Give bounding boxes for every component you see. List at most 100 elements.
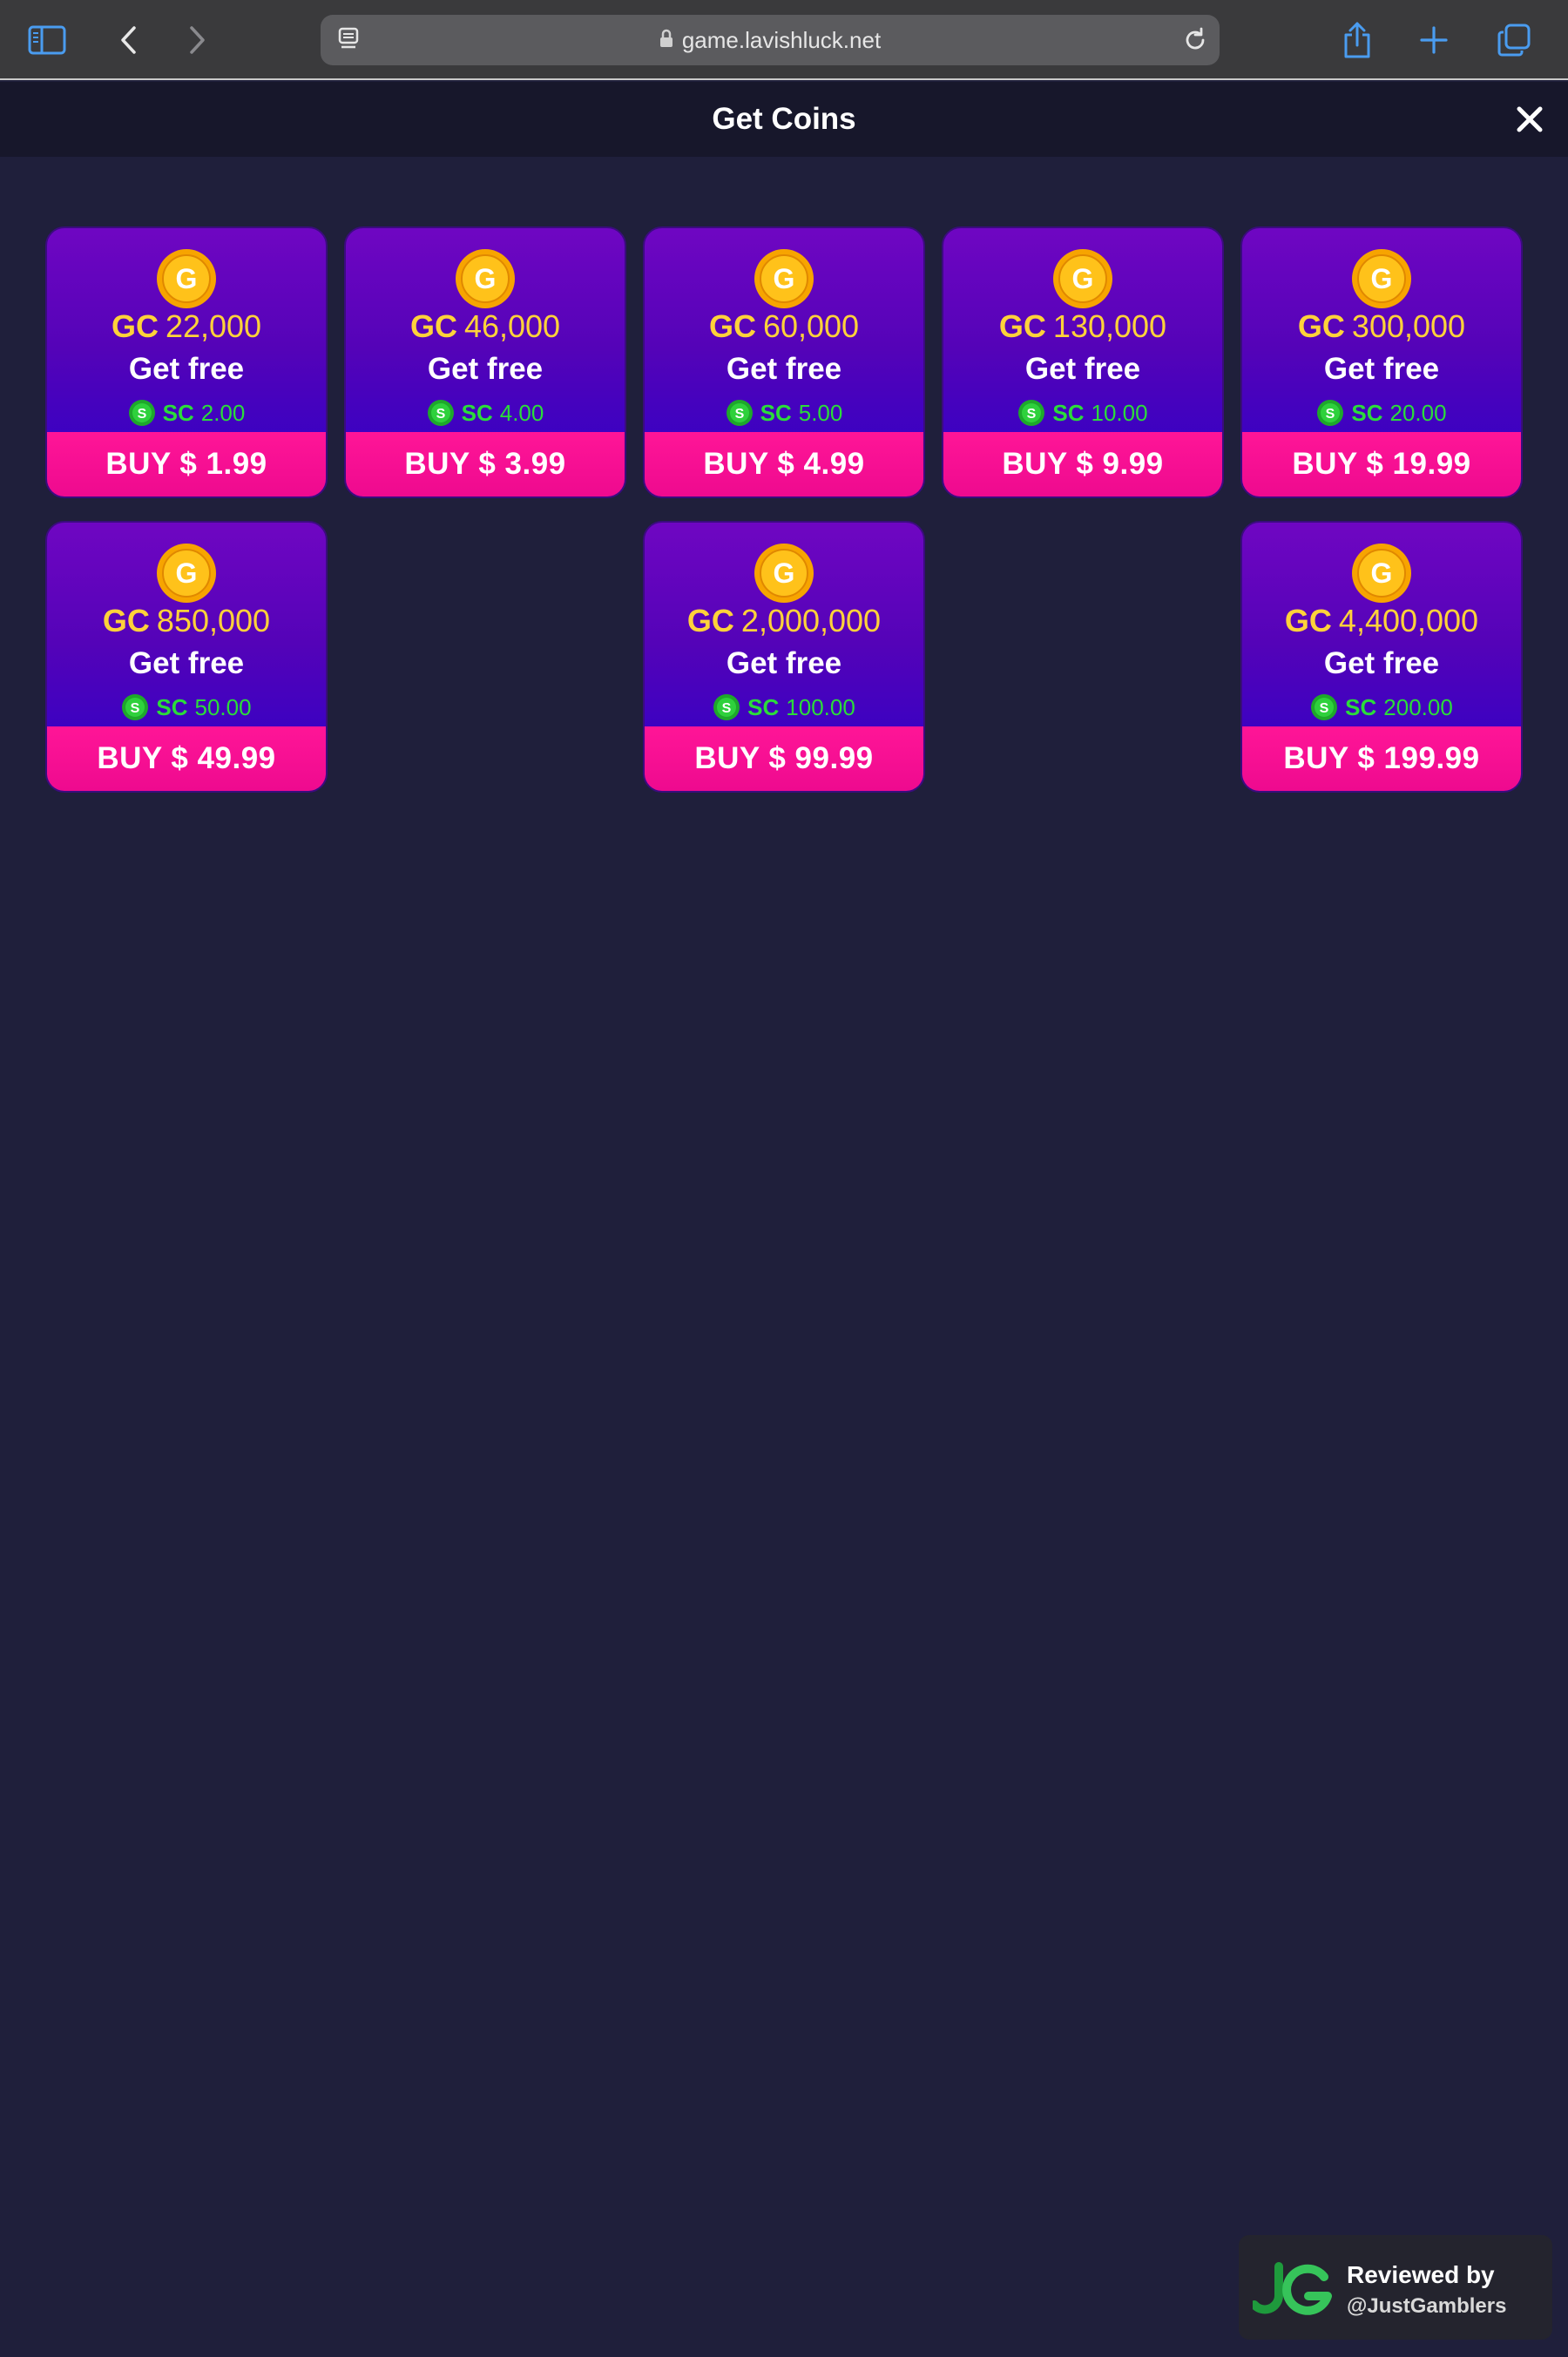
modal-header: Get Coins — [0, 82, 1568, 157]
buy-button[interactable]: BUY $ 99.99 — [645, 726, 923, 791]
svg-text:S: S — [1027, 407, 1037, 422]
badge-line-2: @JustGamblers — [1347, 2294, 1507, 2318]
sweeps-coin-icon: S — [1317, 400, 1344, 426]
get-free-label: Get free — [726, 646, 842, 680]
sweeps-coin-icon: S — [122, 694, 149, 720]
tabs-icon[interactable] — [1486, 12, 1542, 68]
gc-amount: 850,000 — [156, 603, 271, 638]
coin-package-card[interactable]: G GC 300,000 Get free S SC 20.00 BUY $ 19.9… — [1240, 226, 1523, 498]
sidebar-icon[interactable] — [19, 12, 75, 68]
sc-label: SC — [156, 693, 188, 720]
sweeps-coin-icon: S — [726, 400, 753, 426]
svg-text:G: G — [475, 263, 497, 294]
coin-package-card[interactable]: G GC 130,000 Get free S SC 10.00 BUY $ 9.99 — [942, 226, 1224, 498]
back-icon[interactable] — [101, 12, 157, 68]
buy-button[interactable]: BUY $ 3.99 — [346, 432, 625, 496]
address-bar[interactable]: game.lavishluck.net — [321, 15, 1220, 65]
sweeps-coin-icon: S — [1018, 400, 1045, 426]
svg-text:G: G — [1371, 557, 1393, 589]
coin-package-card[interactable]: G GC 2,000,000 Get free S SC 100.00 BUY $ 9… — [643, 521, 925, 793]
buy-button[interactable]: BUY $ 9.99 — [943, 432, 1222, 496]
svg-text:S: S — [1326, 407, 1335, 422]
share-icon[interactable] — [1329, 12, 1385, 68]
gc-label: GC — [1297, 308, 1345, 344]
svg-text:G: G — [774, 557, 795, 589]
sc-label: SC — [760, 399, 792, 426]
sc-amount: 200.00 — [1383, 693, 1453, 720]
gc-label: GC — [998, 308, 1046, 344]
buy-button[interactable]: BUY $ 49.99 — [47, 726, 326, 791]
badge-line-1: Reviewed by — [1347, 2261, 1495, 2288]
gold-coin-icon: G — [456, 249, 515, 308]
buy-button[interactable]: BUY $ 199.99 — [1242, 726, 1521, 791]
svg-text:S: S — [734, 407, 744, 422]
gc-label: GC — [686, 603, 734, 638]
lock-icon — [659, 29, 673, 52]
svg-text:G: G — [176, 263, 198, 294]
sc-label: SC — [1351, 399, 1383, 426]
gc-amount: 300,000 — [1351, 308, 1466, 344]
sc-amount: 2.00 — [200, 399, 246, 426]
gold-coin-icon: G — [1352, 544, 1411, 603]
svg-text:G: G — [1371, 263, 1393, 294]
sc-amount: 10.00 — [1091, 399, 1148, 426]
coin-package-card[interactable]: G GC 850,000 Get free S SC 50.00 BUY $ 49.9… — [45, 521, 328, 793]
just-gamblers-logo — [1250, 2261, 1333, 2321]
sweeps-coin-icon: S — [128, 400, 155, 426]
svg-text:G: G — [774, 263, 795, 294]
gc-label: GC — [409, 308, 457, 344]
gc-label: GC — [1284, 603, 1332, 638]
get-free-label: Get free — [1323, 646, 1440, 680]
svg-text:G: G — [176, 557, 198, 589]
sc-label: SC — [461, 399, 493, 426]
coin-package-card[interactable]: G GC 4,400,000 Get free S SC 200.00 BUY $ 1… — [1240, 521, 1523, 793]
coin-package-card[interactable]: G GC 46,000 Get free S SC 4.00 BUY $ 3.99 — [344, 226, 626, 498]
reviewed-by-badge: Reviewed by @JustGamblers — [1239, 2235, 1552, 2340]
buy-button[interactable]: BUY $ 4.99 — [645, 432, 923, 496]
get-free-label: Get free — [128, 352, 245, 386]
gc-amount: 4,400,000 — [1338, 603, 1479, 638]
sc-amount: 50.00 — [194, 693, 252, 720]
new-tab-icon[interactable] — [1406, 12, 1462, 68]
gold-coin-icon: G — [754, 249, 814, 308]
sc-amount: 20.00 — [1389, 399, 1447, 426]
sc-label: SC — [1052, 399, 1085, 426]
sc-label: SC — [162, 399, 194, 426]
gold-coin-icon: G — [1352, 249, 1411, 308]
gold-coin-icon: G — [754, 544, 814, 603]
sc-label: SC — [747, 693, 780, 720]
gold-coin-icon: G — [1053, 249, 1112, 308]
svg-text:G: G — [1072, 263, 1094, 294]
close-icon[interactable] — [1509, 98, 1551, 140]
sweeps-coin-icon: S — [427, 400, 454, 426]
get-free-label: Get free — [427, 352, 544, 386]
svg-text:S: S — [722, 701, 732, 716]
sc-amount: 5.00 — [798, 399, 843, 426]
svg-text:S: S — [131, 701, 140, 716]
sc-amount: 4.00 — [499, 399, 544, 426]
reload-icon[interactable] — [1181, 26, 1209, 58]
svg-text:S: S — [137, 407, 146, 422]
gc-amount: 22,000 — [165, 308, 262, 344]
sc-label: SC — [1345, 693, 1377, 720]
gc-label: GC — [111, 308, 159, 344]
buy-button[interactable]: BUY $ 19.99 — [1242, 432, 1521, 496]
get-free-label: Get free — [128, 646, 245, 680]
sweeps-coin-icon: S — [713, 694, 740, 720]
sc-amount: 100.00 — [786, 693, 855, 720]
coin-package-card[interactable]: G GC 22,000 Get free S SC 2.00 BUY $ 1.99 — [45, 226, 328, 498]
gold-coin-icon: G — [157, 544, 216, 603]
get-free-label: Get free — [1323, 352, 1440, 386]
get-free-label: Get free — [1024, 352, 1141, 386]
get-free-label: Get free — [726, 352, 842, 386]
svg-text:S: S — [436, 407, 445, 422]
sweeps-coin-icon: S — [1311, 694, 1338, 720]
gc-label: GC — [102, 603, 150, 638]
gc-amount: 60,000 — [762, 308, 860, 344]
gc-amount: 2,000,000 — [740, 603, 882, 638]
buy-button[interactable]: BUY $ 1.99 — [47, 432, 326, 496]
url-text: game.lavishluck.net — [681, 26, 882, 53]
coin-package-card[interactable]: G GC 60,000 Get free S SC 5.00 BUY $ 4.99 — [643, 226, 925, 498]
gold-coin-icon: G — [157, 249, 216, 308]
forward-icon[interactable] — [169, 12, 225, 68]
